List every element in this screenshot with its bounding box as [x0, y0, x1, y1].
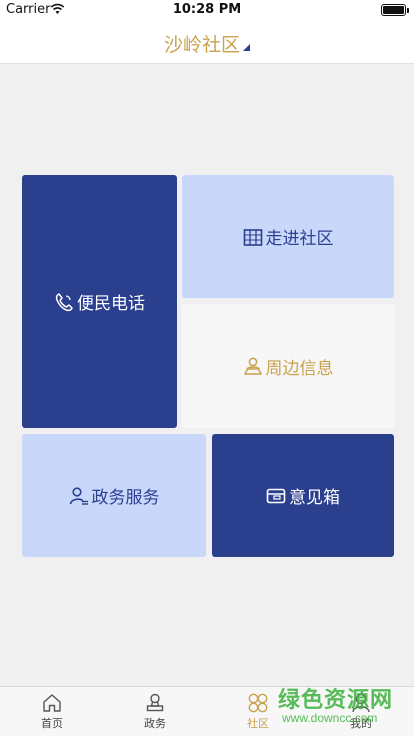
enter-community-label: 走进社区 [265, 229, 334, 249]
map-person-icon [243, 357, 262, 375]
home-icon [43, 694, 61, 712]
battery-icon [381, 4, 406, 16]
tab-home[interactable]: 首页 [0, 687, 104, 736]
watermark-title: 绿色资源网 [278, 688, 394, 713]
clock: 10:28 PM [172, 2, 242, 17]
dropdown-caret-icon [243, 44, 250, 51]
clover-icon [248, 693, 268, 713]
tab-government-label: 政务 [144, 717, 166, 730]
building-icon [243, 228, 262, 246]
government-services-label: 政务服务 [91, 488, 160, 508]
convenience-phone-tile[interactable]: 便民电话 [22, 175, 177, 428]
suggestion-box-label: 意见箱 [289, 488, 340, 508]
stamp-icon [146, 693, 164, 712]
user-list-icon [69, 486, 88, 505]
phone-icon [55, 292, 73, 311]
nearby-info-tile[interactable]: 周边信息 [182, 304, 394, 428]
suggestion-box-tile[interactable]: 意见箱 [212, 434, 394, 557]
page-title: 沙岭社区 [163, 34, 240, 56]
watermark-url: www.downcc.com [282, 711, 378, 725]
battery-tip [407, 8, 409, 13]
tab-government[interactable]: 政务 [103, 687, 207, 736]
tab-community-label: 社区 [247, 717, 269, 730]
tab-home-label: 首页 [41, 717, 63, 730]
enter-community-tile[interactable]: 走进社区 [182, 175, 394, 298]
community-selector[interactable]: 沙岭社区 [0, 30, 414, 57]
nearby-info-label: 周边信息 [265, 358, 334, 379]
nav-bar: 沙岭社区 [0, 20, 414, 64]
government-services-tile[interactable]: 政务服务 [22, 434, 206, 557]
status-bar: Carrier 10:28 PM [0, 0, 414, 20]
mailbox-icon [266, 488, 286, 503]
site-watermark: 绿色资源网 www.downcc.com [270, 682, 414, 736]
convenience-phone-label: 便民电话 [77, 294, 145, 314]
